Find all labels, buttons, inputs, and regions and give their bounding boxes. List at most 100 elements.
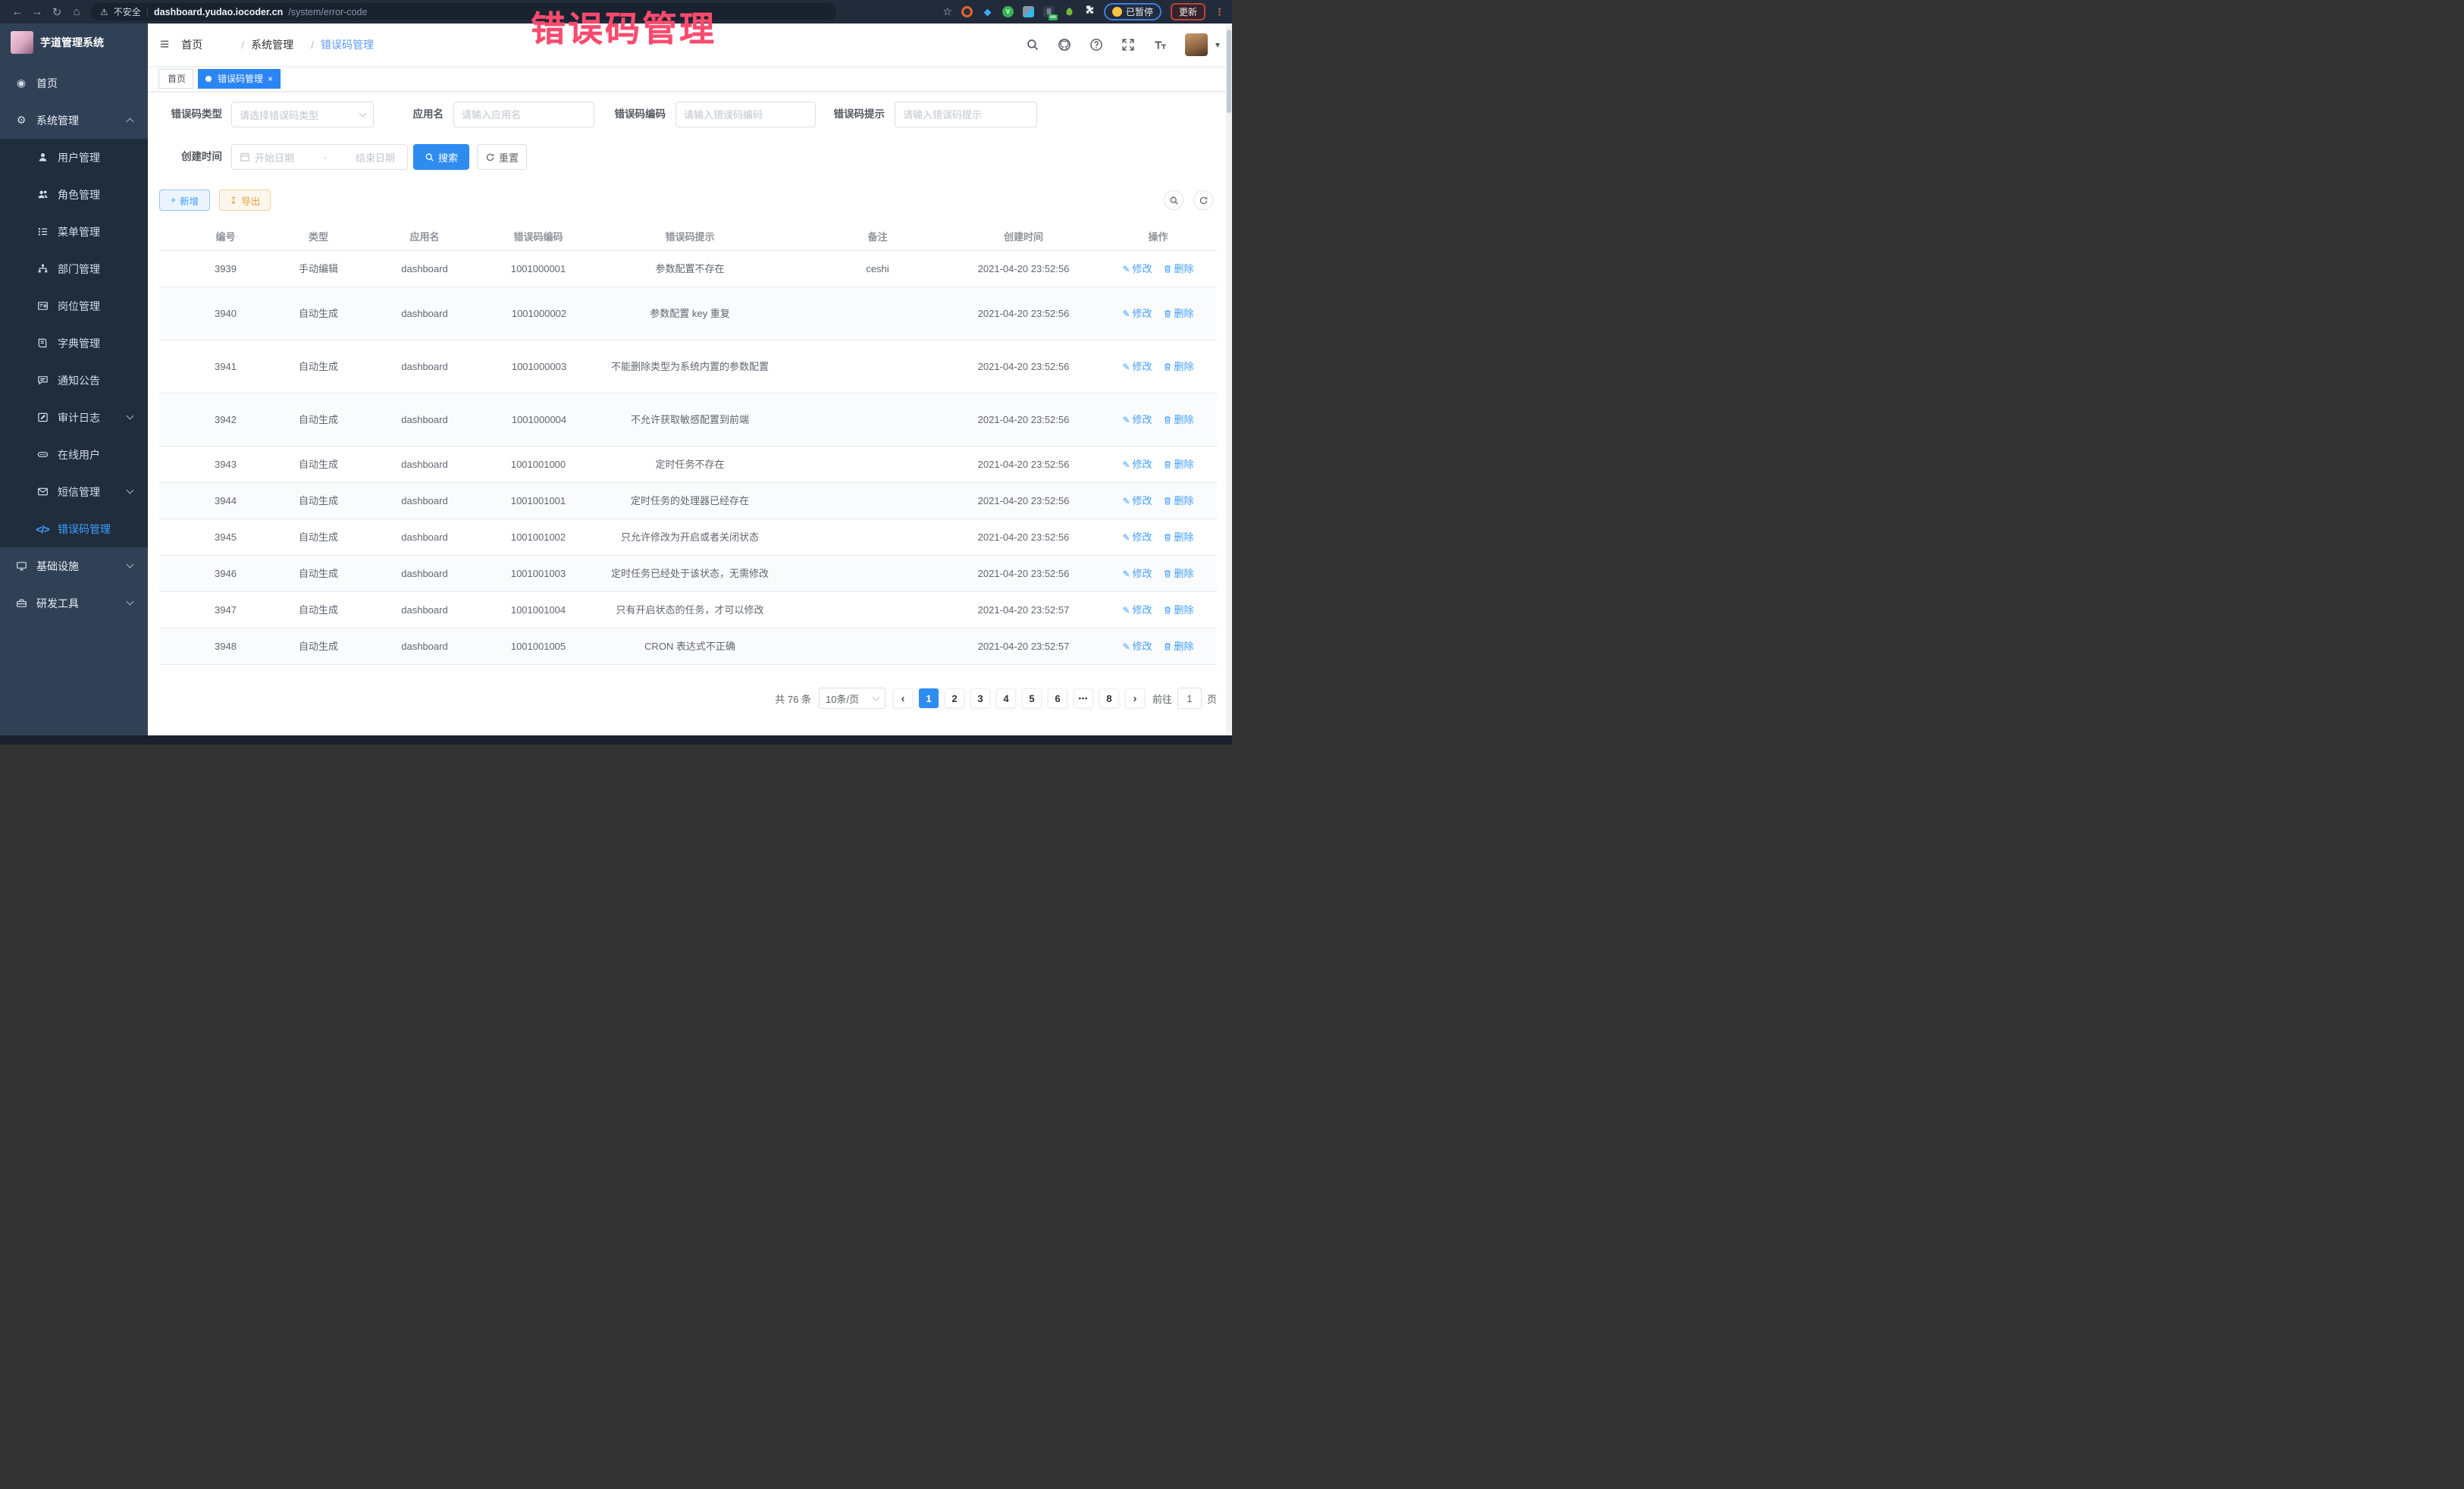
breadcrumb-home[interactable]: 首页 — [181, 37, 234, 52]
page-scrollbar[interactable] — [1226, 24, 1232, 735]
prev-page-button[interactable]: ‹ — [893, 688, 913, 708]
reset-button[interactable]: 重置 — [477, 144, 527, 170]
sidebar-item-system-management[interactable]: ⚙ 系统管理 — [0, 102, 148, 139]
sidebar-item-user-management[interactable]: 用户管理 — [0, 139, 148, 176]
more-pages-button[interactable]: ••• — [1074, 688, 1093, 708]
github-icon[interactable] — [1058, 38, 1071, 52]
url-bar[interactable]: ⚠ 不安全 | dashboard.yudao.iocoder.cn/syste… — [91, 3, 836, 20]
browser-home-button[interactable]: ⌂ — [67, 5, 86, 18]
error-msg-input[interactable] — [903, 109, 1029, 121]
sidebar-item-home[interactable]: ◉ 首页 — [0, 64, 148, 102]
sidebar-item-dict-management[interactable]: 字典管理 — [0, 324, 148, 362]
table-row: 3941 自动生成 dashboard 1001000003 不能删除类型为系统… — [159, 340, 1217, 393]
main-area: ≡ 首页 / 系统管理 / 错误码管理 ▾ — [148, 24, 1232, 735]
page-button-4[interactable]: 4 — [996, 688, 1016, 708]
paused-label: 已暂停 — [1126, 5, 1153, 18]
delete-link[interactable]: 删除 — [1163, 456, 1194, 473]
delete-link[interactable]: 删除 — [1163, 529, 1194, 546]
tag-close-icon[interactable]: × — [268, 74, 273, 84]
extension-blue-icon[interactable]: ◆ — [982, 6, 993, 17]
sidebar-item-dev-tools[interactable]: 研发工具 — [0, 585, 148, 622]
edit-link[interactable]: ✎修改 — [1122, 456, 1152, 473]
delete-link[interactable]: 删除 — [1163, 412, 1194, 428]
page-size-select[interactable]: 10条/页 — [819, 688, 886, 709]
page-button-2[interactable]: 2 — [945, 688, 964, 708]
sidebar-item-department-management[interactable]: 部门管理 — [0, 250, 148, 287]
goto-page-input[interactable] — [1177, 688, 1202, 709]
header-search-icon[interactable] — [1026, 38, 1039, 52]
sidebar-item-role-management[interactable]: 角色管理 — [0, 176, 148, 213]
delete-link[interactable]: 删除 — [1163, 566, 1194, 582]
toggle-search-button[interactable] — [1164, 190, 1183, 210]
edit-link[interactable]: ✎修改 — [1122, 529, 1152, 546]
date-range-separator: - — [323, 152, 326, 163]
page-button-6[interactable]: 6 — [1048, 688, 1067, 708]
error-code-field[interactable] — [676, 102, 816, 127]
page-button-1[interactable]: 1 — [919, 688, 939, 708]
sidebar-item-post-management[interactable]: 岗位管理 — [0, 287, 148, 324]
window-bottom-edge — [0, 735, 1232, 744]
delete-link[interactable]: 删除 — [1163, 638, 1194, 655]
tag-home[interactable]: 首页 — [158, 69, 193, 89]
browser-update-button[interactable]: 更新 — [1171, 3, 1205, 20]
browser-menu-icon[interactable]: ⋮ — [1215, 6, 1224, 18]
profile-paused-chip[interactable]: 已暂停 — [1104, 3, 1161, 20]
help-icon[interactable] — [1089, 38, 1103, 52]
font-size-icon[interactable] — [1153, 38, 1167, 52]
gear-icon: ⚙ — [15, 114, 27, 127]
edit-link[interactable]: ✎修改 — [1122, 306, 1152, 322]
table-row: 3939 手动编辑 dashboard 1001000001 参数配置不存在 c… — [159, 251, 1217, 287]
add-button[interactable]: + 新增 — [159, 190, 210, 211]
extension-green-v-icon[interactable]: V — [1002, 6, 1014, 17]
extensions-puzzle-icon[interactable] — [1084, 5, 1095, 19]
breadcrumb-system[interactable]: 系统管理 — [251, 37, 304, 52]
user-avatar[interactable] — [1185, 33, 1208, 56]
export-button[interactable]: ↧ 导出 — [219, 190, 271, 211]
fullscreen-icon[interactable] — [1121, 38, 1135, 52]
app-name-input[interactable] — [462, 109, 586, 121]
extension-list-icon[interactable]: ≣on — [1043, 6, 1055, 17]
delete-link[interactable]: 删除 — [1163, 493, 1194, 509]
scrollbar-thumb[interactable] — [1227, 30, 1231, 113]
app-logo[interactable]: 芋道管理系统 — [0, 24, 148, 61]
sidebar-item-audit-log[interactable]: 审计日志 — [0, 399, 148, 436]
sidebar-item-error-code-management[interactable]: </> 错误码管理 — [0, 510, 148, 547]
edit-link[interactable]: ✎修改 — [1122, 261, 1152, 277]
app-name-field[interactable] — [453, 102, 594, 127]
sidebar-item-infrastructure[interactable]: 基础设施 — [0, 547, 148, 585]
sidebar-item-menu-management[interactable]: 菜单管理 — [0, 213, 148, 250]
bookmark-star-icon[interactable]: ☆ — [942, 5, 952, 18]
search-button[interactable]: 搜索 — [413, 144, 469, 170]
error-msg-field[interactable] — [895, 102, 1037, 127]
extension-leaf-icon[interactable] — [1064, 6, 1075, 17]
delete-link[interactable]: 删除 — [1163, 306, 1194, 322]
edit-link[interactable]: ✎修改 — [1122, 566, 1152, 582]
edit-link[interactable]: ✎修改 — [1122, 412, 1152, 428]
delete-link[interactable]: 删除 — [1163, 359, 1194, 375]
sidebar-item-online-users[interactable]: 在线用户 — [0, 436, 148, 473]
page-button-3[interactable]: 3 — [970, 688, 990, 708]
page-button-5[interactable]: 5 — [1022, 688, 1042, 708]
browser-forward-button[interactable]: → — [27, 5, 47, 18]
sidebar-item-sms-management[interactable]: 短信管理 — [0, 473, 148, 510]
tag-error-code-management[interactable]: 错误码管理 × — [198, 69, 281, 89]
edit-link[interactable]: ✎修改 — [1122, 493, 1152, 509]
next-page-button[interactable]: › — [1125, 688, 1145, 708]
edit-link[interactable]: ✎修改 — [1122, 638, 1152, 655]
sidebar-item-notice[interactable]: 通知公告 — [0, 362, 148, 399]
page-button-8[interactable]: 8 — [1099, 688, 1119, 708]
date-range-picker[interactable]: 开始日期 - 结束日期 — [231, 144, 408, 170]
hamburger-icon[interactable]: ≡ — [160, 36, 169, 54]
delete-link[interactable]: 删除 — [1163, 261, 1194, 277]
edit-link[interactable]: ✎修改 — [1122, 602, 1152, 619]
error-code-input[interactable] — [684, 109, 807, 121]
edit-link[interactable]: ✎修改 — [1122, 359, 1152, 375]
error-type-select[interactable]: 请选择错误码类型 — [231, 102, 374, 127]
browser-back-button[interactable]: ← — [8, 5, 27, 18]
extension-orange-icon[interactable] — [961, 6, 973, 17]
refresh-table-button[interactable] — [1193, 190, 1213, 210]
extension-grid-icon[interactable] — [1023, 6, 1034, 17]
avatar-caret-down-icon[interactable]: ▾ — [1215, 39, 1220, 50]
browser-reload-button[interactable]: ↻ — [47, 5, 67, 19]
delete-link[interactable]: 删除 — [1163, 602, 1194, 619]
